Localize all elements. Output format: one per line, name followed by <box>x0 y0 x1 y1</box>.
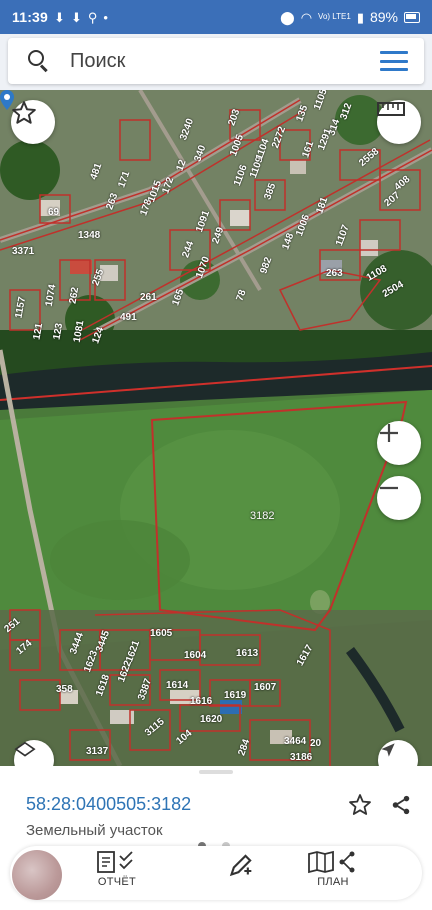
zoom-out-button[interactable] <box>377 476 421 520</box>
edit-note-button[interactable] <box>228 850 256 878</box>
parcel-label: 20 <box>310 738 322 749</box>
parcel-label: 3371 <box>12 246 35 257</box>
parcel-label: 3137 <box>86 746 109 757</box>
share-icon <box>392 795 410 815</box>
report-label: ОТЧЁТ <box>97 876 137 888</box>
wifi-icon: ◠ <box>300 9 313 25</box>
star-icon <box>12 101 36 124</box>
star-icon <box>349 794 371 815</box>
menu-icon[interactable] <box>380 51 408 71</box>
parcel-label: 1620 <box>200 714 223 725</box>
search-input[interactable] <box>68 48 380 74</box>
zoom-in-button[interactable] <box>377 421 421 465</box>
edit-add-icon <box>229 854 252 877</box>
plus-icon <box>380 424 398 442</box>
parcel-label: 1619 <box>224 690 247 701</box>
status-time: 11:39 <box>12 9 49 25</box>
network-label: Vo) LTE1 <box>318 12 351 21</box>
signal-icon: ▮ <box>356 9 364 25</box>
cadastral-number[interactable]: 58:28:0400505:3182 <box>26 794 191 815</box>
plan-button[interactable]: ПЛАН <box>306 850 360 888</box>
status-bar: 11:39 ⬇ ⬇ ⚲ • ⬤ ◠ Vo) LTE1 ▮ 89% <box>0 0 432 34</box>
bottom-toolbar: ОТЧЁТ ПЛАН <box>10 846 422 900</box>
parcel-label: 3464 <box>284 736 307 747</box>
location-icon: ⬤ <box>280 9 295 25</box>
bottom-sheet: 58:28:0400505:3182 Земельный участок ОТЧ… <box>0 766 432 910</box>
layers-icon <box>14 741 36 757</box>
download-icon: ⬇ <box>70 9 82 25</box>
navigation-arrow-icon <box>381 743 395 757</box>
plan-label: ПЛАН <box>317 876 349 888</box>
plan-map-icon <box>308 850 355 874</box>
battery-percent: 89% <box>369 9 398 25</box>
search-bar <box>8 38 424 84</box>
parcel-label: 69 <box>48 207 60 218</box>
parcel-label: 261 <box>140 292 157 303</box>
ruler-icon <box>377 102 405 116</box>
parcel-label: 1616 <box>190 696 213 707</box>
parcel-label: 491 <box>120 312 137 323</box>
parcel-label: 358 <box>56 684 73 695</box>
report-button[interactable]: ОТЧЁТ <box>94 850 140 888</box>
download-icon: ⬇ <box>54 9 65 25</box>
parcel-label: 3186 <box>290 752 313 763</box>
sheet-drag-handle[interactable] <box>199 770 233 774</box>
share-button[interactable] <box>388 792 414 818</box>
map-view[interactable]: 69 1348 3371 1157 1074 262 255 261 165 4… <box>0 90 432 766</box>
ruler-button[interactable] <box>377 100 421 144</box>
favorite-button[interactable] <box>347 792 373 818</box>
battery-icon <box>404 11 420 23</box>
minus-icon <box>380 486 398 490</box>
parcel-label: 1613 <box>236 648 259 659</box>
satellite-map <box>0 90 432 766</box>
search-notification-icon: ⚲ <box>87 9 98 25</box>
object-kind: Земельный участок <box>26 822 163 839</box>
parcel-label: 1348 <box>78 230 101 241</box>
parcel-label: 263 <box>326 268 343 279</box>
parcel-label: 1605 <box>150 628 173 639</box>
report-icon <box>97 851 133 873</box>
plot-number-label: 3182 <box>250 510 275 522</box>
parcel-label: 1607 <box>254 682 277 693</box>
search-bar-container <box>0 34 432 90</box>
plot-thumbnail[interactable] <box>12 850 62 900</box>
parcel-label: 1614 <box>166 680 189 691</box>
favorite-layer-button[interactable] <box>11 100 55 144</box>
parcel-label: 1604 <box>184 650 207 661</box>
notification-dot-icon: • <box>103 9 108 25</box>
search-icon[interactable] <box>26 48 52 74</box>
